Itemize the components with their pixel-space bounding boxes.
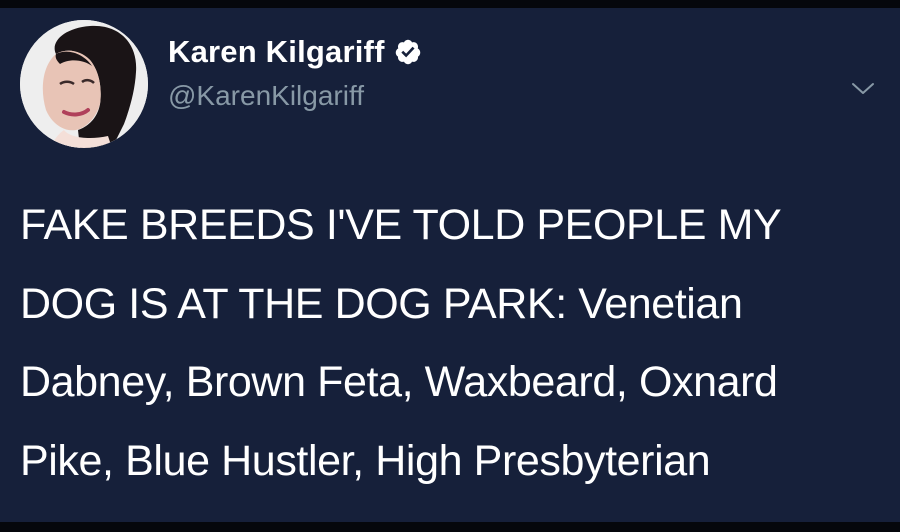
chevron-down-icon[interactable] — [850, 80, 876, 98]
author-name-row: Karen Kilgariff — [168, 32, 422, 72]
avatar[interactable] — [20, 20, 148, 148]
tweet-card: Karen Kilgariff @KarenKilgariff FAKE BRE… — [0, 0, 900, 532]
verified-badge-icon — [394, 38, 422, 66]
avatar-image — [20, 20, 148, 148]
author-handle[interactable]: @KarenKilgariff — [168, 80, 422, 112]
tweet-text: FAKE BREEDS I'VE TOLD PEOPLE MY DOG IS A… — [20, 201, 782, 485]
tweet-header: Karen Kilgariff @KarenKilgariff — [20, 18, 880, 148]
author-identity: Karen Kilgariff @KarenKilgariff — [168, 32, 422, 112]
author-display-name[interactable]: Karen Kilgariff — [168, 34, 385, 70]
